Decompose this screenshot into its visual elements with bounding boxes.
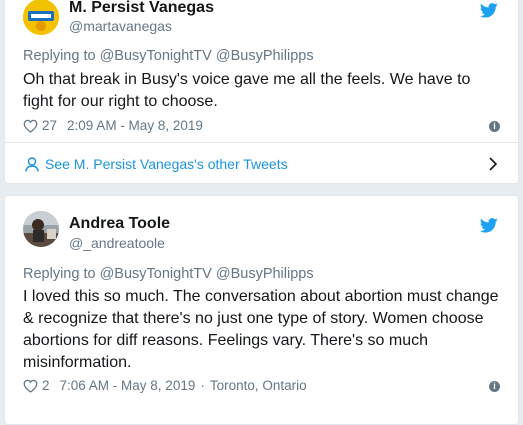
twitter-bird-icon[interactable] [480, 3, 498, 18]
author-name[interactable]: M. Persist Vanegas [69, 0, 214, 17]
heart-icon[interactable] [23, 119, 38, 133]
tweet-meta: 2 7:06 AM - May 8, 2019 · Toronto, Ontar… [23, 378, 307, 393]
info-icon[interactable]: i [489, 121, 500, 132]
tweet-card: M. Persist Vanegas @martavanegas Replyin… [4, 0, 519, 184]
author-handle[interactable]: @_andreatoole [69, 235, 165, 251]
avatar[interactable] [23, 211, 59, 247]
person-icon [25, 156, 39, 172]
like-count: 2 [42, 378, 50, 393]
avatar-image [23, 0, 59, 35]
twitter-bird-icon[interactable] [480, 218, 498, 233]
replying-to: Replying to @BusyTonightTV @BusyPhilipps [23, 266, 314, 282]
avatar[interactable] [23, 0, 59, 35]
info-icon[interactable]: i [489, 381, 500, 392]
mention-link[interactable]: @BusyTonightTV [100, 48, 212, 64]
tweet-location[interactable]: Toronto, Ontario [210, 378, 307, 393]
tweet-meta: 27 2:09 AM - May 8, 2019 [23, 118, 203, 133]
tweet-timestamp[interactable]: 7:06 AM - May 8, 2019 [60, 378, 196, 393]
separator: · [200, 378, 205, 393]
author-handle[interactable]: @martavanegas [69, 18, 172, 34]
mention-link[interactable]: @BusyPhilipps [216, 266, 314, 282]
heart-icon[interactable] [23, 379, 38, 393]
mention-link[interactable]: @BusyPhilipps [216, 48, 314, 64]
chevron-right-icon[interactable] [488, 157, 498, 171]
replying-prefix: Replying to [23, 266, 96, 282]
author-name[interactable]: Andrea Toole [69, 215, 170, 233]
divider [5, 142, 518, 143]
mention-link[interactable]: @BusyTonightTV [100, 266, 212, 282]
like-count: 27 [42, 118, 58, 133]
replying-to: Replying to @BusyTonightTV @BusyPhilipps [23, 48, 314, 64]
see-more-label: See M. Persist Vanegas's other Tweets [45, 156, 288, 172]
replying-prefix: Replying to [23, 48, 96, 64]
tweet-text: Oh that break in Busy's voice gave me al… [23, 71, 471, 110]
tweet-timestamp[interactable]: 2:09 AM - May 8, 2019 [67, 118, 203, 133]
tweet-card: Andrea Toole @_andreatoole Replying to @… [4, 195, 519, 425]
tweet-text: I loved this so much. The conversation a… [23, 288, 499, 371]
avatar-image [23, 211, 59, 247]
see-more-tweets-link[interactable]: See M. Persist Vanegas's other Tweets [25, 156, 288, 172]
